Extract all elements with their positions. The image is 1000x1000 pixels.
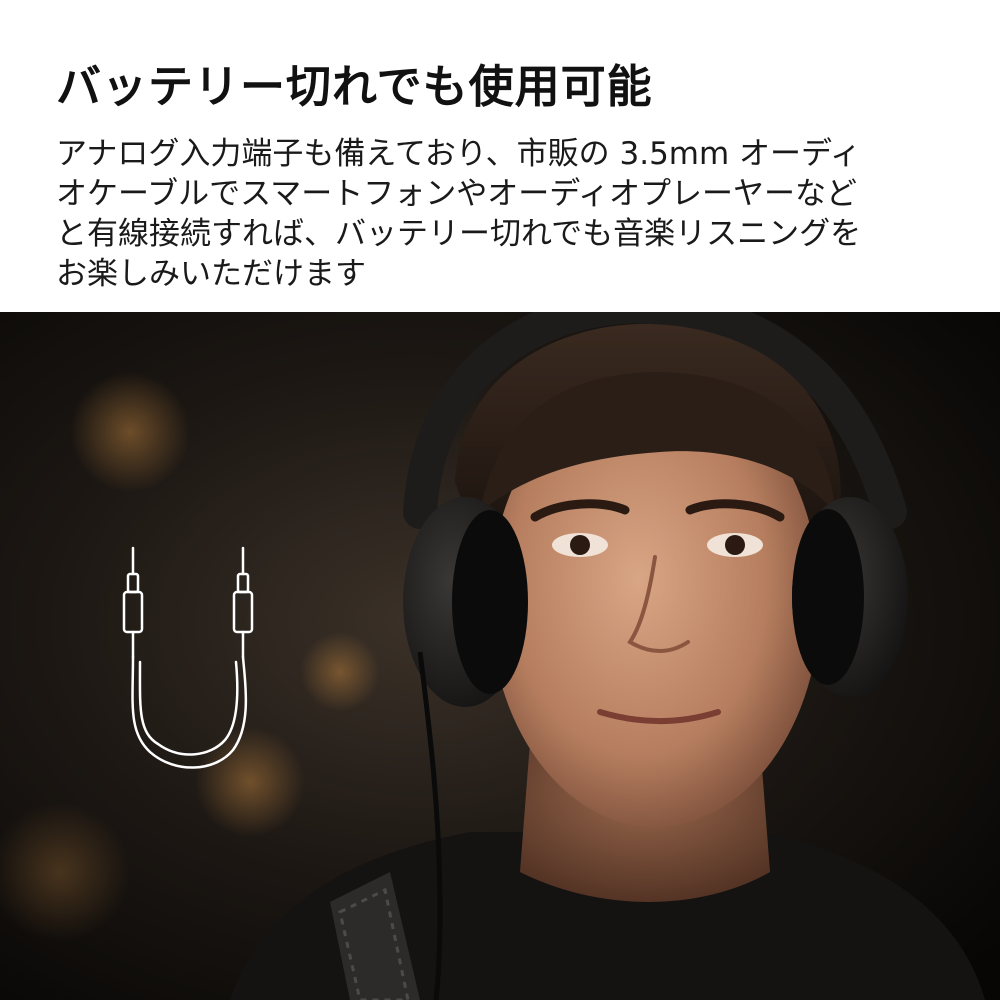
- description-line-2: オケーブルでスマートフォンやオーディオプレーヤーなど: [56, 176, 858, 212]
- feature-headline: バッテリー切れでも使用可能: [56, 60, 653, 113]
- left-ear-cushion: [452, 510, 528, 694]
- feature-description: アナログ入力端子も備えており、市販の 3.5mm オーディ オケーブルでスマート…: [56, 134, 976, 294]
- description-line-1: アナログ入力端子も備えており、市販の 3.5mm オーディ: [56, 136, 861, 172]
- product-feature-page: バッテリー切れでも使用可能 アナログ入力端子も備えており、市販の 3.5mm オ…: [0, 0, 1000, 1000]
- headphones-photo-illustration: [0, 312, 1000, 1000]
- feature-text-section: バッテリー切れでも使用可能 アナログ入力端子も備えており、市販の 3.5mm オ…: [0, 0, 1000, 312]
- bokeh-light: [195, 727, 305, 837]
- product-photo: [0, 312, 1000, 1000]
- description-line-3: と有線接続すれば、バッテリー切れでも音楽リスニングを: [56, 216, 862, 252]
- right-pupil: [725, 535, 745, 555]
- bokeh-light: [300, 632, 380, 712]
- description-line-4: お楽しみいただけます: [56, 256, 366, 292]
- right-ear-cushion: [792, 509, 864, 685]
- left-pupil: [570, 535, 590, 555]
- bokeh-light: [70, 372, 190, 492]
